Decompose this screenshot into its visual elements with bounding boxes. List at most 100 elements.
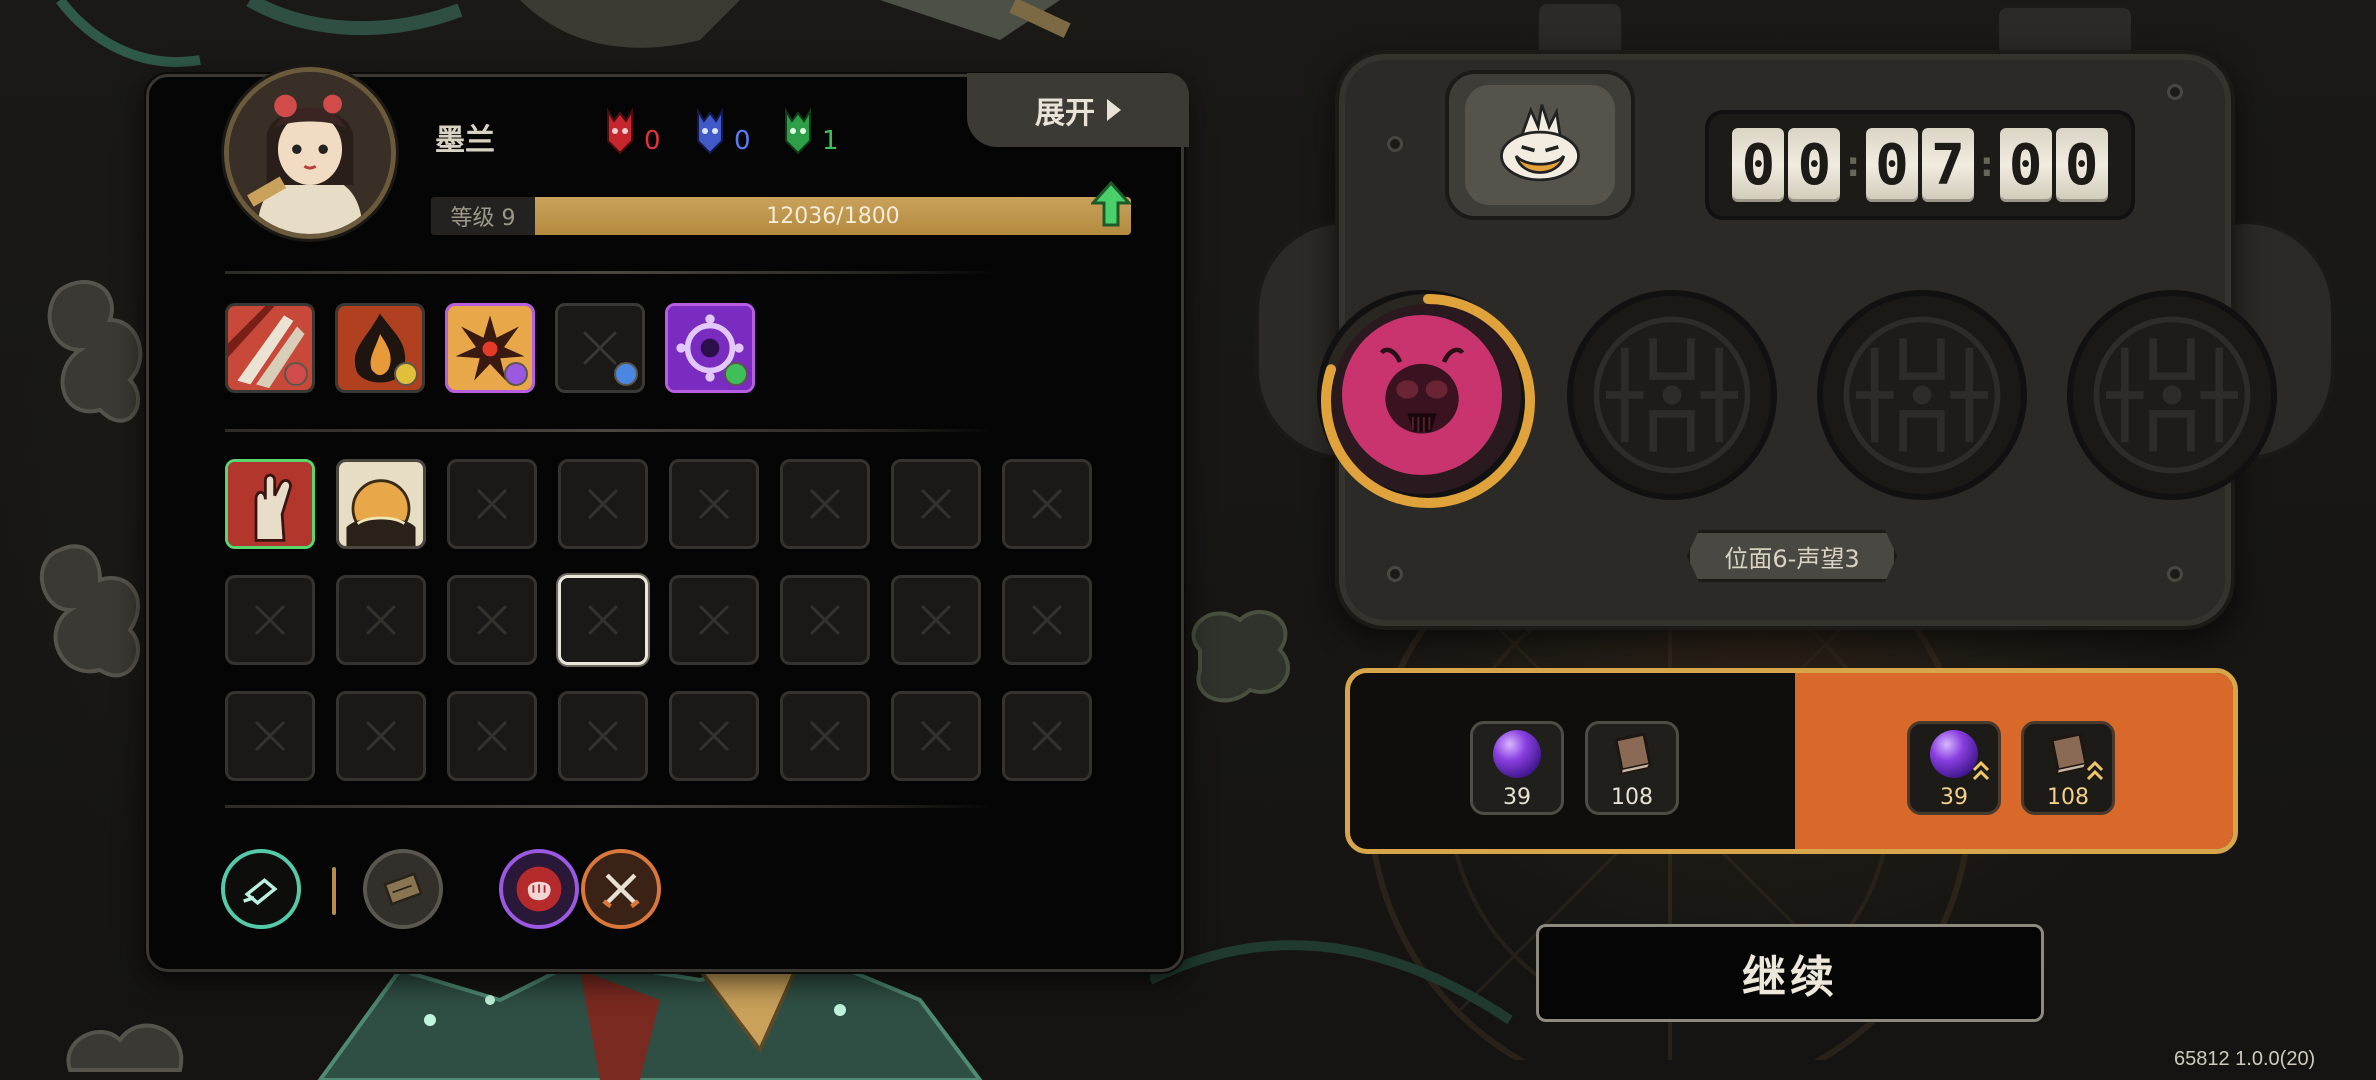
double-chevron-up-icon xyxy=(2086,760,2104,781)
character-panel: 展开 墨兰 0 0 1 等级 9 12036/1800 xyxy=(146,67,1189,972)
opponent-slot-4[interactable] xyxy=(2067,290,2277,500)
empty-slot-icon xyxy=(920,488,952,520)
character-name: 墨兰 xyxy=(435,123,495,158)
timer-seconds: 0 0 xyxy=(1999,128,2108,202)
inventory-slot[interactable] xyxy=(225,575,315,665)
timer-digit: 0 xyxy=(1788,128,1841,202)
reward-book-boosted: 108 xyxy=(2021,721,2115,815)
dash-icon xyxy=(243,878,278,906)
fist-ability-button[interactable] xyxy=(499,849,579,929)
reward-orb-boosted: 39 xyxy=(1907,721,2001,815)
faction-red: 0 xyxy=(604,107,661,155)
version-label: 65812 1.0.0(20) xyxy=(2174,1048,2316,1070)
book-icon xyxy=(2050,732,2088,776)
empty-slot-icon xyxy=(1031,488,1063,520)
divider xyxy=(225,429,995,432)
empty-slot-icon xyxy=(920,720,952,752)
expand-label: 展开 xyxy=(1035,96,1095,131)
empty-slot-icon xyxy=(476,604,508,636)
inventory-slot[interactable] xyxy=(225,459,315,549)
inventory-slot[interactable] xyxy=(780,459,870,549)
inventory-slot[interactable] xyxy=(1002,691,1092,781)
inventory-slot[interactable] xyxy=(780,575,870,665)
timer-digit: 0 xyxy=(1866,128,1918,202)
timer-display: 0 0 : 0 7 : 0 0 xyxy=(1705,110,2135,220)
skill-slot-4[interactable] xyxy=(555,303,645,393)
crossed-swords-button[interactable] xyxy=(581,849,661,929)
faction-blue-count: 0 xyxy=(734,126,751,156)
faction-blue: 0 xyxy=(694,107,751,155)
green-mask-icon xyxy=(785,107,811,155)
inventory-slot[interactable] xyxy=(447,691,537,781)
inventory-slot[interactable] xyxy=(891,575,981,665)
faction-green-count: 1 xyxy=(822,126,839,156)
boss-portrait[interactable] xyxy=(1465,85,1615,205)
blue-mask-icon xyxy=(697,107,723,155)
continue-button[interactable]: 继续 xyxy=(1536,924,2044,1022)
empty-slot-icon xyxy=(809,488,841,520)
character-avatar-icon xyxy=(229,72,391,234)
double-chevron-up-icon xyxy=(1972,760,1990,781)
character-portrait[interactable] xyxy=(224,67,396,239)
inventory-slot[interactable] xyxy=(336,691,426,781)
inventory-slot[interactable] xyxy=(447,459,537,549)
reward-qty: 108 xyxy=(1611,785,1653,810)
empty-slot-icon xyxy=(1031,720,1063,752)
timer-hours: 0 0 xyxy=(1732,128,1841,202)
inventory-slot[interactable] xyxy=(669,575,759,665)
normal-reward-option[interactable]: 39 108 xyxy=(1350,673,1795,849)
inventory-slot[interactable] xyxy=(558,459,648,549)
empty-slot-icon xyxy=(920,604,952,636)
rivet xyxy=(2167,566,2183,582)
boss-portrait-frame xyxy=(1445,70,1635,220)
inventory-slot[interactable] xyxy=(1002,575,1092,665)
inventory-slot[interactable] xyxy=(336,575,426,665)
opponent-slot-1[interactable] xyxy=(1317,290,1535,508)
dash-ability-button[interactable] xyxy=(221,849,301,929)
continue-label: 继续 xyxy=(1742,952,1838,1003)
background-cloud xyxy=(40,544,141,678)
inventory-slot[interactable] xyxy=(558,575,648,665)
opponent-slot-3[interactable] xyxy=(1817,290,2027,500)
faction-red-count: 0 xyxy=(644,126,661,156)
inventory-slot[interactable] xyxy=(558,691,648,781)
background-cloud xyxy=(47,279,143,423)
divider xyxy=(225,271,995,274)
inventory-slot[interactable] xyxy=(336,459,426,549)
skill-slot-5[interactable] xyxy=(665,303,755,393)
timer-digit: 0 xyxy=(1732,128,1785,202)
red-mask-icon xyxy=(607,107,633,155)
inventory-slot[interactable] xyxy=(669,459,759,549)
locked-slot-icon xyxy=(2093,316,2251,474)
reward-qty: 108 xyxy=(2047,785,2089,810)
duck-boss-icon xyxy=(1500,104,1580,182)
level-bar: 等级 9 12036/1800 xyxy=(431,197,1131,235)
purple-orb-icon xyxy=(1493,730,1541,778)
inventory-slot[interactable] xyxy=(225,691,315,781)
scroll-item-button[interactable] xyxy=(363,849,443,929)
fist-icon xyxy=(516,866,562,912)
inventory-slot[interactable] xyxy=(891,691,981,781)
expand-button[interactable]: 展开 xyxy=(967,73,1189,147)
opponent-slot-2[interactable] xyxy=(1567,290,1777,500)
empty-slot-icon xyxy=(809,604,841,636)
reward-qty: 39 xyxy=(1940,785,1968,810)
empty-slot-icon xyxy=(698,604,730,636)
loadout-separator xyxy=(332,867,336,915)
inventory-slot[interactable] xyxy=(447,575,537,665)
boosted-reward-option[interactable]: 39 108 xyxy=(1795,673,2233,849)
skill-slot-1[interactable] xyxy=(225,303,315,393)
badge-red-icon xyxy=(284,362,308,386)
empty-slot-icon xyxy=(476,488,508,520)
inventory-slot[interactable] xyxy=(891,459,981,549)
inventory-slot[interactable] xyxy=(1002,459,1092,549)
empty-slot-icon xyxy=(587,604,619,636)
inventory-slot[interactable] xyxy=(669,691,759,781)
skill-slot-2[interactable] xyxy=(335,303,425,393)
rivet xyxy=(1387,566,1403,582)
level-up-arrow-icon[interactable] xyxy=(1091,181,1131,227)
inventory-slot[interactable] xyxy=(780,691,870,781)
empty-slot-icon xyxy=(365,604,397,636)
skill-slot-3[interactable] xyxy=(445,303,535,393)
empty-slot-icon xyxy=(1031,604,1063,636)
